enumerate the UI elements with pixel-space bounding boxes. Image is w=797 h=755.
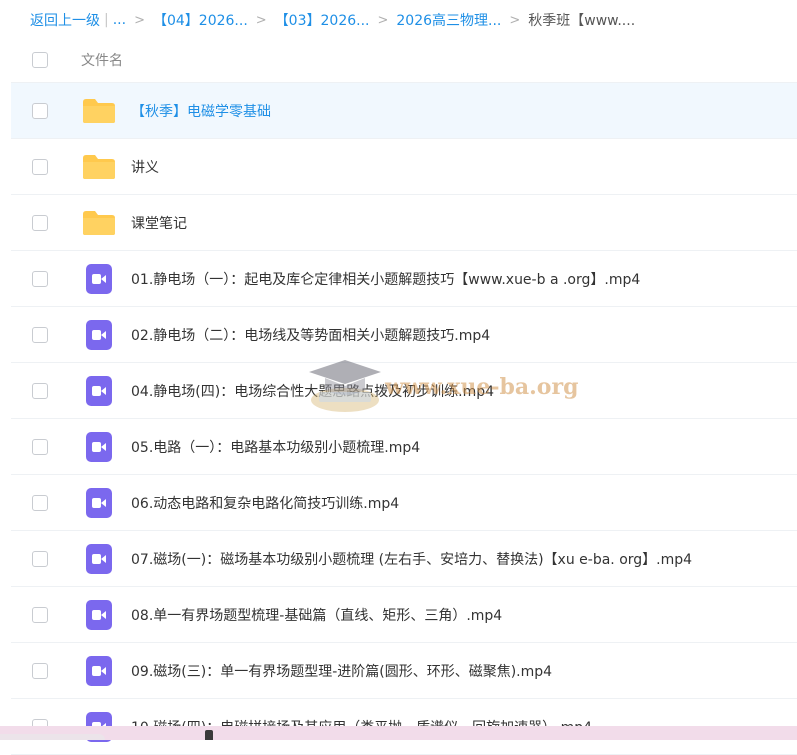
file-row[interactable]: 01.静电场（一）：起电及库仑定律相关小题解题技巧【www.xue-b a .o…	[11, 251, 797, 307]
column-filename[interactable]: 文件名	[81, 50, 123, 70]
row-checkbox[interactable]	[32, 382, 48, 399]
file-row[interactable]: 06.动态电路和复杂电路化简技巧训练.mp4	[11, 475, 797, 531]
row-checkbox[interactable]	[32, 438, 48, 455]
file-name[interactable]: 04.静电场(四)：电场综合性大题思路点拨及初步训练.mp4	[131, 381, 494, 401]
breadcrumb-ellipsis[interactable]: ...	[113, 12, 126, 28]
chevron-right-icon: >	[255, 12, 267, 28]
taskbar-app-icon[interactable]	[205, 730, 213, 740]
file-list-header: 文件名	[11, 38, 797, 83]
file-name[interactable]: 06.动态电路和复杂电路化简技巧训练.mp4	[131, 493, 399, 513]
file-row[interactable]: 04.静电场(四)：电场综合性大题思路点拨及初步训练.mp4	[11, 363, 797, 419]
video-icon	[82, 263, 116, 294]
video-icon	[82, 431, 116, 462]
folder-row[interactable]: 课堂笔记	[11, 195, 797, 251]
file-name[interactable]: 【秋季】电磁学零基础	[131, 101, 271, 121]
video-icon	[82, 487, 116, 518]
file-name[interactable]: 讲义	[131, 157, 159, 177]
breadcrumb-item-03[interactable]: 【03】2026...	[275, 10, 370, 30]
chevron-right-icon: >	[377, 12, 389, 28]
breadcrumb-item-04[interactable]: 【04】2026...	[153, 10, 248, 30]
file-name[interactable]: 01.静电场（一）：起电及库仑定律相关小题解题技巧【www.xue-b a .o…	[131, 269, 640, 289]
file-row[interactable]: 07.磁场(一)：磁场基本功级别小题梳理 (左右手、安培力、替换法)【xu e-…	[11, 531, 797, 587]
back-link[interactable]: 返回上一级	[30, 10, 100, 30]
file-row[interactable]: 09.磁场(三)：单一有界场题型理-进阶篇(圆形、环形、磁聚焦).mp4	[11, 643, 797, 699]
file-row[interactable]: 08.单一有界场题型梳理-基础篇（直线、矩形、三角）.mp4	[11, 587, 797, 643]
folder-icon	[82, 153, 116, 181]
video-icon	[82, 375, 116, 406]
video-icon	[82, 543, 116, 574]
taskbar-search[interactable]	[0, 734, 105, 740]
row-checkbox[interactable]	[32, 214, 48, 231]
select-all-checkbox[interactable]	[32, 52, 48, 68]
file-row[interactable]: 02.静电场（二）：电场线及等势面相关小题解题技巧.mp4	[11, 307, 797, 363]
row-checkbox[interactable]	[32, 102, 48, 119]
taskbar	[0, 726, 797, 740]
row-checkbox[interactable]	[32, 550, 48, 567]
row-checkbox[interactable]	[32, 270, 48, 287]
video-icon	[82, 319, 116, 350]
file-rows: 【秋季】电磁学零基础 讲义课堂笔记 01.静电场（一）：起电及库仑定律相关小题解题技…	[11, 83, 797, 755]
row-checkbox[interactable]	[32, 662, 48, 679]
breadcrumb-divider: |	[104, 12, 109, 28]
file-name[interactable]: 课堂笔记	[131, 213, 187, 233]
chevron-right-icon: >	[134, 12, 145, 28]
breadcrumb-current: 秋季班【www....	[528, 13, 636, 29]
folder-icon	[82, 209, 116, 237]
video-icon	[82, 655, 116, 686]
folder-icon	[82, 97, 116, 125]
file-row[interactable]: 05.电路（一）：电路基本功级别小题梳理.mp4	[11, 419, 797, 475]
folder-row[interactable]: 【秋季】电磁学零基础	[11, 83, 797, 139]
chevron-right-icon: >	[509, 12, 521, 28]
row-checkbox[interactable]	[32, 326, 48, 343]
breadcrumb-item-physics[interactable]: 2026高三物理...	[396, 10, 501, 30]
file-name[interactable]: 09.磁场(三)：单一有界场题型理-进阶篇(圆形、环形、磁聚焦).mp4	[131, 661, 552, 681]
file-list: 文件名 【秋季】电磁学零基础 讲义课堂笔记 01.静电场（一）：起电及库仑定律相关小…	[11, 38, 797, 755]
video-icon	[82, 599, 116, 630]
row-checkbox[interactable]	[32, 606, 48, 623]
row-checkbox[interactable]	[32, 158, 48, 175]
file-name[interactable]: 07.磁场(一)：磁场基本功级别小题梳理 (左右手、安培力、替换法)【xu e-…	[131, 549, 692, 569]
file-name[interactable]: 05.电路（一）：电路基本功级别小题梳理.mp4	[131, 437, 420, 457]
row-checkbox[interactable]	[32, 494, 48, 511]
file-name[interactable]: 08.单一有界场题型梳理-基础篇（直线、矩形、三角）.mp4	[131, 605, 502, 625]
breadcrumb: 返回上一级 | ... > 【04】2026... > 【03】2026... …	[30, 10, 635, 30]
file-name[interactable]: 02.静电场（二）：电场线及等势面相关小题解题技巧.mp4	[131, 325, 490, 345]
folder-row[interactable]: 讲义	[11, 139, 797, 195]
